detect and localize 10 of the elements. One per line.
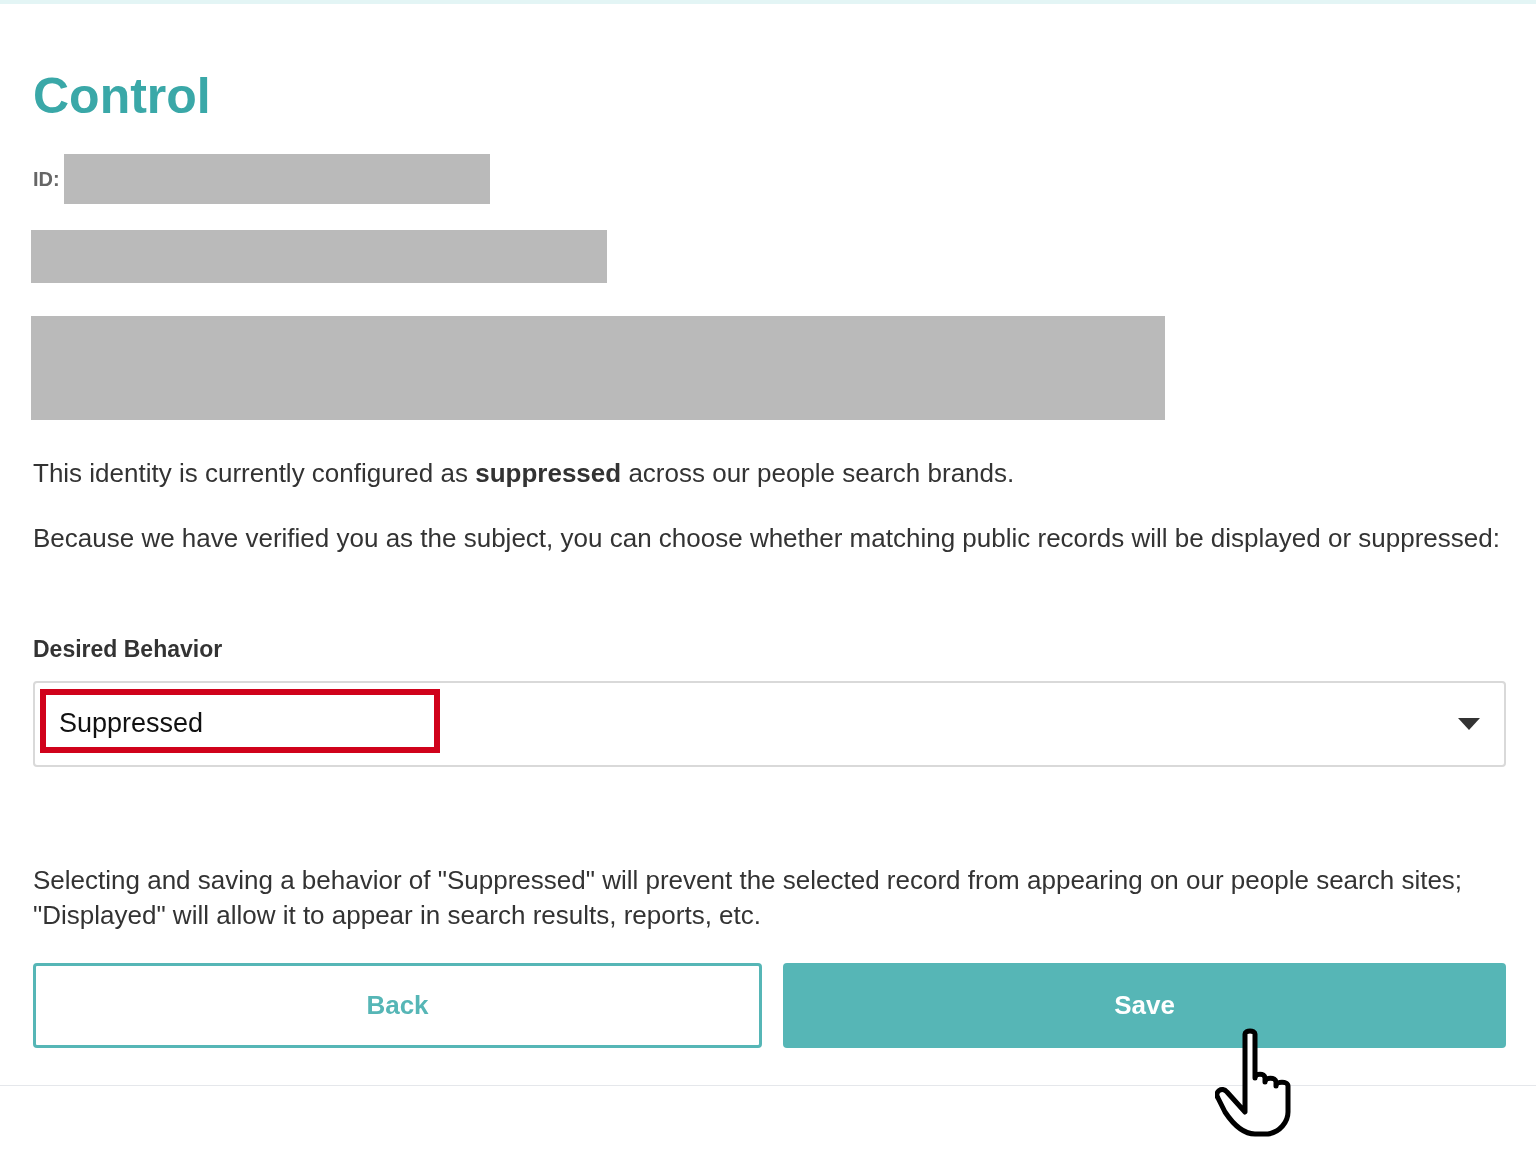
help-paragraph: Selecting and saving a behavior of "Suppressed" will prevent the selected record from appearing on our people search sites; "Displayed" will allow it to appear in search results, reports, etc.	[33, 863, 1464, 932]
id-label: ID:	[33, 167, 60, 192]
page-title: Control	[33, 67, 211, 126]
field-label: Desired Behavior	[33, 635, 223, 664]
choice-paragraph: Because we have verified you as the subject, you can choose whether matching public records will be displayed or suppressed:	[33, 522, 1501, 555]
back-button[interactable]: Back	[33, 962, 762, 1048]
status-sentence: This identity is currently configured as suppressed across our people search brands.	[33, 457, 1015, 490]
behavior-select[interactable]: Suppressed	[33, 680, 1506, 767]
dropdown-caret-icon	[1458, 717, 1480, 730]
save-button[interactable]: Save	[783, 962, 1506, 1048]
